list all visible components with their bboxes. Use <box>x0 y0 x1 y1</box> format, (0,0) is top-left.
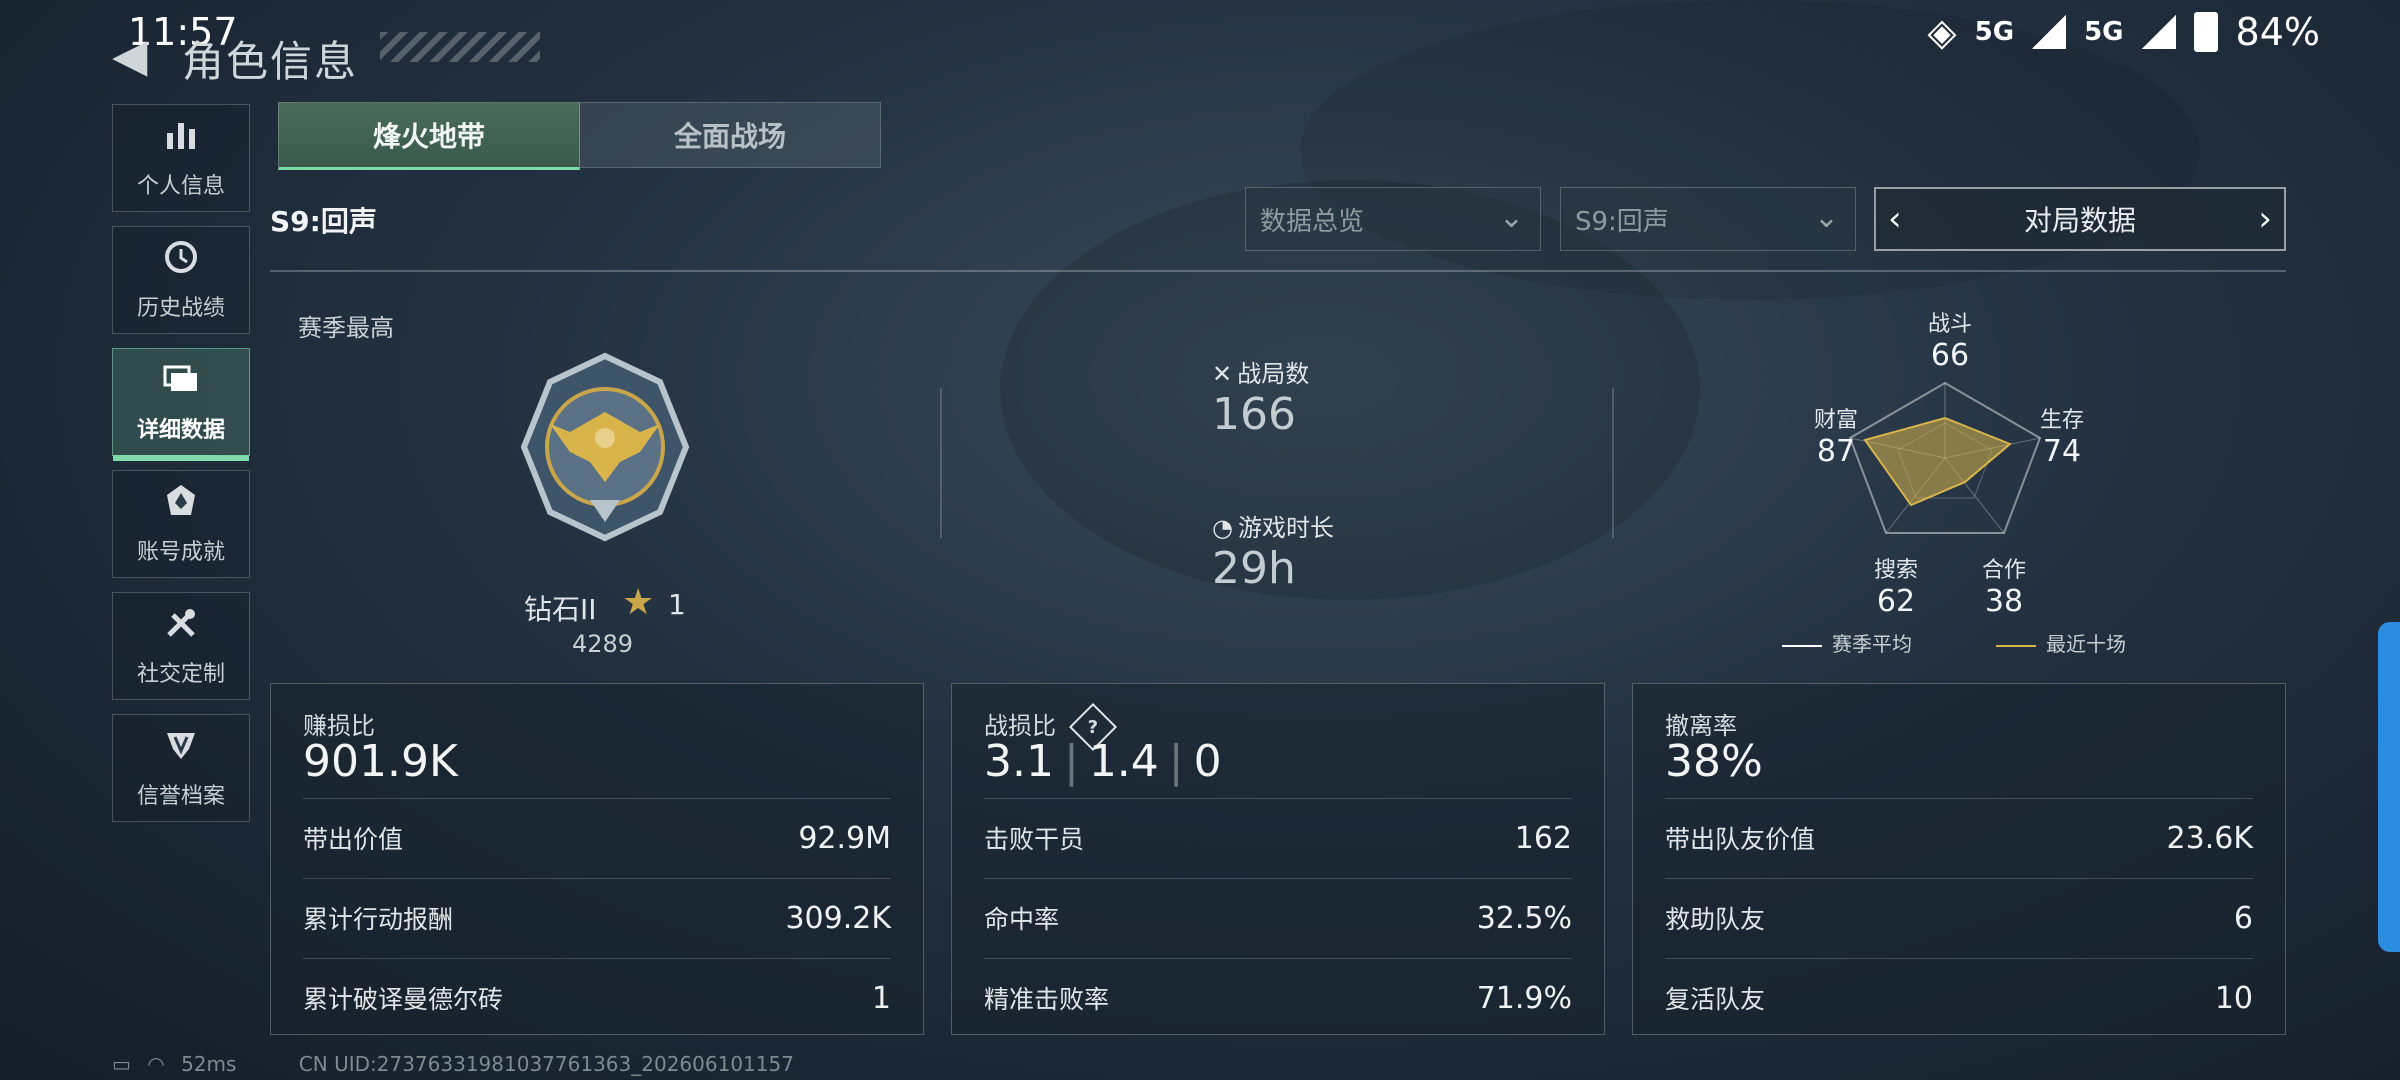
legend-line <box>1782 644 1822 647</box>
season-dropdown-value: S9:回声 <box>1575 206 1669 237</box>
legend-season-avg: 赛季平均 <box>1782 628 1912 657</box>
match-data-navigator: ‹ 对局数据 › <box>1874 187 2286 251</box>
overview-dropdown-value: 数据总览 <box>1260 206 1365 237</box>
sidebar-item-detail-data[interactable]: 详细数据 <box>112 348 250 461</box>
radar-value-search: 62 <box>1876 584 1916 619</box>
matches-value: 166 <box>1212 389 1296 440</box>
rank-name: 钻石II <box>524 593 597 626</box>
sidebar-item-label: 信誉档案 <box>136 783 225 809</box>
battery-small-icon: ▭ <box>112 1052 131 1076</box>
page-title: 角色信息 <box>182 37 359 86</box>
card-value: 901.9K <box>303 736 458 787</box>
rank-medal-icon <box>520 352 690 542</box>
badge-icon <box>163 483 199 528</box>
table-row: 复活队友 10 <box>1665 958 2253 1037</box>
stopwatch-icon: ◔ <box>1212 514 1233 542</box>
table-row: 累计破译曼德尔砖 1 <box>303 958 891 1037</box>
matches-label: 战局数 <box>1237 360 1310 388</box>
card-extraction-rate: 撤离率 38% 带出队友价值 23.6K 救助队友 6 复活队友 10 <box>1632 683 2286 1035</box>
card-value: 3.1 | 1.4 | 0 <box>984 736 1222 787</box>
season-dropdown[interactable]: S9:回声 ⌄ <box>1560 187 1856 251</box>
radar-label-search: 搜索 <box>1873 558 1918 583</box>
sidebar-item-achievements[interactable]: 账号成就 <box>112 470 250 578</box>
sidebar-item-credit[interactable]: 信誉档案 <box>112 714 250 822</box>
radar-label-combat: 战斗 <box>1927 312 1972 337</box>
crossed-swords-icon: ✕ <box>1212 360 1233 388</box>
wifi-small-icon: ◠ <box>147 1052 165 1076</box>
battery-level: 84% <box>2235 10 2320 54</box>
table-row: 精准击败率 71.9% <box>984 958 1572 1037</box>
network-type-2: 5G <box>2084 17 2124 47</box>
table-row: 带出队友价值 23.6K <box>1665 798 2253 877</box>
sidebar-item-label: 详细数据 <box>136 417 225 443</box>
uid-text: CN UID:27376331981037761363_202606101157 <box>298 1052 794 1076</box>
shield-icon <box>163 727 199 772</box>
tab-firezone[interactable]: 烽火地带 <box>278 102 580 170</box>
battery-icon <box>2193 12 2218 52</box>
chevron-down-icon: ⌄ <box>1498 200 1524 235</box>
sidebar-item-label: 个人信息 <box>136 173 225 199</box>
card-kd-ratio: 战损比 ? 3.1 | 1.4 | 0 击败干员 162 命中率 32.5% 精准击败率 71… <box>951 683 1605 1035</box>
playtime-block: ◔ 游戏时长 29h <box>1212 508 1334 594</box>
chevron-down-icon: ⌄ <box>1813 200 1839 235</box>
wifi-icon: ◈ <box>1927 10 1957 54</box>
sidebar-item-history[interactable]: 历史战绩 <box>112 226 250 334</box>
navigator-label: 对局数据 <box>2023 204 2136 237</box>
header-decoration <box>380 32 540 62</box>
playtime-value: 29h <box>1212 543 1296 594</box>
legend-line <box>1996 644 2036 647</box>
table-row: 救助队友 6 <box>1665 878 2253 957</box>
divider <box>940 388 942 538</box>
card-profit-loss: 赚损比 901.9K 带出价值 92.9M 累计行动报酬 309.2K 累计破译曼德… <box>270 683 924 1035</box>
playtime-label: 游戏时长 <box>1238 514 1335 542</box>
radar-value-combat: 66 <box>1930 338 1970 373</box>
network-type-1: 5G <box>1974 17 2015 47</box>
bar-chart-icon <box>163 117 199 162</box>
sidebar-item-personal-info[interactable]: 个人信息 <box>112 104 250 212</box>
rank-stars: 1 <box>668 588 686 621</box>
cards-icon <box>161 361 201 406</box>
radar-chart <box>1848 381 2042 534</box>
overview-dropdown[interactable]: 数据总览 ⌄ <box>1245 187 1541 251</box>
sidebar-item-label: 历史战绩 <box>136 295 225 321</box>
card-value: 38% <box>1665 736 1763 787</box>
divider <box>1612 388 1614 538</box>
tab-full-battlefield[interactable]: 全面战场 <box>579 102 881 168</box>
season-label: S9:回声 <box>270 205 377 238</box>
chevron-left-icon[interactable]: ‹ <box>1888 199 1902 239</box>
table-row: 击败干员 162 <box>984 798 1572 877</box>
legend-recent-ten: 最近十场 <box>1996 628 2126 657</box>
ping-value: 52ms <box>181 1052 237 1076</box>
chevron-right-icon[interactable]: › <box>2258 199 2272 239</box>
status-bar: 11:57 ◈ 5G 5G 84% <box>0 0 2400 68</box>
signal-icon <box>2032 15 2067 49</box>
signal-icon-2 <box>2141 15 2176 49</box>
sidebar-item-social[interactable]: 社交定制 <box>112 592 250 700</box>
radar-label-coop: 合作 <box>1981 558 2026 583</box>
divider <box>270 270 2286 272</box>
table-row: 累计行动报酬 309.2K <box>303 878 891 957</box>
rank-points: 4289 <box>572 630 634 658</box>
separator: | <box>1168 736 1184 787</box>
table-row: 命中率 32.5% <box>984 878 1572 957</box>
tools-icon <box>163 605 199 650</box>
matches-block: ✕ 战局数 166 <box>1212 354 1309 440</box>
separator: | <box>1063 736 1079 787</box>
sidebar-item-label: 社交定制 <box>136 661 225 687</box>
clock-icon <box>163 239 199 284</box>
sidebar-item-label: 账号成就 <box>136 539 225 565</box>
season-best-label: 赛季最高 <box>298 314 394 342</box>
star-icon: ★ <box>622 582 655 623</box>
side-scroll-handle[interactable] <box>2378 622 2400 952</box>
footer: ▭ ◠ 52ms CN UID:27376331981037761363_202… <box>112 1052 794 1076</box>
table-row: 带出价值 92.9M <box>303 798 891 877</box>
status-indicators: ◈ 5G 5G 84% <box>1927 10 2320 54</box>
back-arrow-icon[interactable]: ◀ <box>112 28 147 82</box>
radar-value-coop: 38 <box>1984 584 2024 619</box>
